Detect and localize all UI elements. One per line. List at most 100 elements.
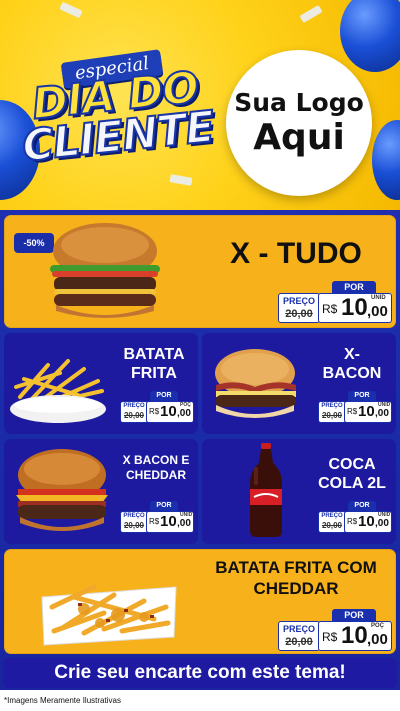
discount-badge: -50%: [14, 233, 54, 253]
footer-disclaimer: *Imagens Meramente Ilustrativas: [0, 690, 400, 711]
product-card-x-tudo[interactable]: -50% X - TUDO POR PREÇO 20,00 R$ 10 ,00 …: [4, 215, 396, 328]
price-cents: ,00: [177, 408, 191, 419]
product-title: COCA COLA 2L: [310, 455, 394, 493]
por-label: POR: [348, 501, 376, 511]
price-whole: 10: [160, 403, 177, 420]
product-card-x-bacon[interactable]: X- BACON POR PREÇO 20,00 R$ 10 ,00 UNID: [202, 333, 396, 434]
product-title: BATATA FRITA COM CHEDDAR: [200, 557, 392, 599]
fries-icon: [10, 359, 106, 423]
por-label: POR: [332, 281, 376, 293]
product-card-batata-cheddar[interactable]: BATATA FRITA COM CHEDDAR POR PREÇO 20,00…: [4, 549, 396, 654]
old-price: 20,00: [285, 636, 313, 648]
price-tag: POR PREÇO 20,00 R$ 10 ,00 POÇ: [278, 609, 392, 651]
product-card-x-bacon-cheddar[interactable]: X BACON E CHEDDAR POR PREÇO 20,00 R$ 10 …: [4, 439, 198, 544]
confetti-icon: [169, 174, 193, 186]
new-price-box: R$ 10 ,00 UNID: [344, 401, 392, 423]
price-whole: 10: [358, 403, 375, 420]
new-price-box: R$ 10 ,00 POÇ: [318, 621, 392, 651]
currency: R$: [322, 630, 338, 644]
new-price-box: R$ 10 ,00 POÇ: [146, 401, 194, 423]
price-tag: POR PREÇO 20,00 R$ 10 ,00 UNID: [278, 281, 392, 323]
price-unit: POÇ: [180, 402, 191, 408]
old-price: 20,00: [321, 411, 343, 420]
product-title: X BACON E CHEDDAR: [114, 453, 198, 483]
preco-label: PREÇO: [123, 403, 145, 409]
preco-box: PREÇO 20,00: [318, 511, 346, 533]
product-title: X- BACON: [312, 345, 392, 383]
old-price: 20,00: [285, 308, 313, 320]
currency: R$: [347, 517, 358, 526]
new-price-box: R$ 10 ,00 UNID: [146, 511, 194, 533]
title-line1: BATATA: [123, 346, 185, 363]
old-price: 20,00: [123, 521, 145, 530]
title-line2: COLA 2L: [318, 475, 386, 492]
cta-banner[interactable]: Crie seu encarte com este tema!: [3, 658, 397, 688]
logo-line1: Sua Logo: [234, 88, 364, 117]
preco-box: PREÇO 20,00: [120, 511, 148, 533]
price-cents: ,00: [177, 518, 191, 529]
title-line2: CHEDDAR: [253, 579, 339, 598]
price-whole: 10: [341, 294, 368, 321]
preco-box: PREÇO 20,00: [278, 621, 320, 651]
currency: R$: [347, 407, 358, 416]
confetti-icon: [59, 1, 83, 19]
soda-bottle-icon: [250, 443, 282, 537]
price-cents: ,00: [375, 518, 389, 529]
preco-label: PREÇO: [282, 624, 315, 634]
price-cents: ,00: [367, 631, 388, 648]
product-title: BATATA FRITA: [114, 345, 194, 383]
price-tag: POR PREÇO 20,00 R$ 10 ,00 UNID: [120, 501, 194, 533]
price-whole: 10: [341, 622, 368, 649]
burger-icon: [16, 449, 108, 531]
logo-placeholder[interactable]: Sua Logo Aqui: [226, 50, 372, 196]
price-whole: 10: [358, 513, 375, 530]
price-tag: POR PREÇO 20,00 R$ 10 ,00 UNID: [318, 501, 392, 533]
por-label: POR: [332, 609, 376, 621]
price-cents: ,00: [367, 303, 388, 320]
currency: R$: [149, 407, 160, 416]
price-whole: 10: [160, 513, 177, 530]
product-card-batata-frita[interactable]: BATATA FRITA POR PREÇO 20,00 R$ 10 ,00 P…: [4, 333, 198, 434]
por-label: POR: [150, 391, 178, 401]
title-line2: CHEDDAR: [126, 468, 186, 482]
por-label: POR: [150, 501, 178, 511]
price-unit: POÇ: [371, 623, 385, 629]
title-line1: X-: [344, 346, 360, 363]
currency: R$: [322, 302, 338, 316]
new-price-box: R$ 10 ,00 UNID: [344, 511, 392, 533]
title-line2: FRITA: [131, 365, 177, 382]
old-price: 20,00: [123, 411, 145, 420]
price-unit: UNID: [378, 512, 391, 518]
new-price-box: R$ 10 ,00 UNID: [318, 293, 392, 323]
preco-box: PREÇO 20,00: [278, 293, 320, 323]
price-tag: POR PREÇO 20,00 R$ 10 ,00 POÇ: [120, 391, 194, 423]
header-banner: especial DIA DO CLIENTE Sua Logo Aqui: [0, 0, 400, 210]
confetti-icon: [299, 5, 323, 23]
price-tag: POR PREÇO 20,00 R$ 10 ,00 UNID: [318, 391, 392, 423]
price-unit: UNID: [180, 512, 193, 518]
product-title: X - TUDO: [230, 237, 362, 270]
price-unit: UNID: [378, 402, 391, 408]
title-line2: BACON: [322, 365, 382, 382]
burger-icon: [50, 223, 160, 318]
product-grid: -50% X - TUDO POR PREÇO 20,00 R$ 10 ,00 …: [0, 210, 400, 690]
preco-label: PREÇO: [282, 296, 315, 306]
disclaimer-text: *Imagens Meramente Ilustrativas: [4, 696, 121, 705]
title-line1: COCA: [328, 456, 376, 473]
title-line1: X BACON E: [122, 453, 190, 467]
por-label: POR: [348, 391, 376, 401]
preco-box: PREÇO 20,00: [120, 401, 148, 423]
currency: R$: [149, 517, 160, 526]
burger-icon: [215, 349, 296, 418]
balloon-icon: [340, 0, 400, 72]
preco-label: PREÇO: [321, 513, 343, 519]
title-line1: BATATA FRITA COM: [215, 558, 377, 577]
logo-line2: Aqui: [253, 117, 345, 158]
price-cents: ,00: [375, 408, 389, 419]
product-card-coca-cola[interactable]: COCA COLA 2L POR PREÇO 20,00 R$ 10 ,00 U…: [202, 439, 396, 544]
balloon-icon: [372, 120, 400, 200]
preco-box: PREÇO 20,00: [318, 401, 346, 423]
fries-icon: [41, 584, 177, 646]
price-unit: UNID: [371, 295, 386, 301]
preco-label: PREÇO: [321, 403, 343, 409]
